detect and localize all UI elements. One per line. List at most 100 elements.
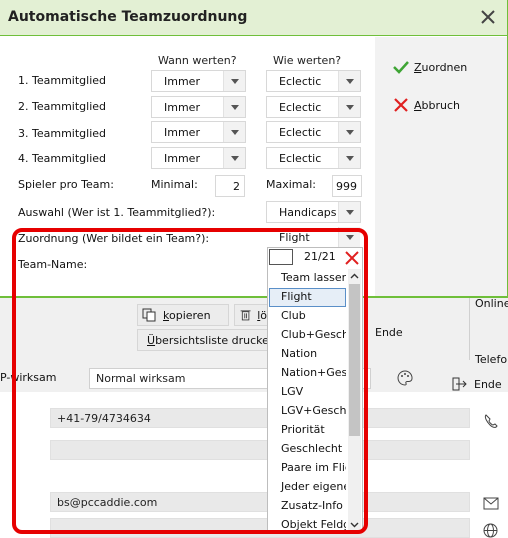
copy-button[interactable]: kopieren — [137, 304, 229, 326]
cancel-button-label: Abbruch — [414, 98, 461, 112]
end-button-top[interactable]: Ende — [375, 326, 403, 339]
option-nation[interactable]: Nation — [269, 345, 346, 364]
member-3-when-value: Immer — [164, 126, 200, 139]
cancel-button[interactable]: Abbruch — [392, 95, 460, 115]
assign-button-label: Zuordnen — [414, 60, 468, 74]
palette-icon[interactable] — [397, 370, 413, 386]
option-lgv[interactable]: LGV — [269, 383, 346, 402]
member-1-label: 1. Teammitglied — [18, 74, 106, 87]
scroll-down-icon[interactable] — [350, 520, 359, 529]
chevron-down-icon — [223, 122, 245, 142]
chevron-down-icon — [338, 148, 360, 168]
scroll-thumb[interactable] — [349, 284, 360, 436]
option-flight-selected[interactable]: Flight — [269, 288, 346, 307]
selection-label: Auswahl (Wer ist 1. Teammitglied?): — [18, 206, 216, 219]
member-2-when-value: Immer — [164, 101, 200, 114]
item-counter: 21/21 — [304, 250, 336, 263]
copy-button-label: kopieren — [163, 308, 211, 322]
member-4-when-select[interactable]: Immer — [151, 147, 246, 169]
option-jeder-eigenes-team[interactable]: Jeder eigenes Team — [269, 478, 346, 497]
dropdown-scrollbar[interactable] — [348, 269, 361, 532]
options-list: Team lassen Flight Club Club+Geschlecht … — [268, 269, 362, 532]
chevron-down-icon — [338, 71, 360, 91]
member-4-how-select[interactable]: Eclectic — [266, 147, 361, 169]
member-2-label: 2. Teammitglied — [18, 100, 106, 113]
phone-icon[interactable] — [483, 414, 499, 428]
delete-button-label: lö — [257, 308, 267, 322]
empty-field-1[interactable] — [50, 440, 470, 460]
option-objekt-feldgeber[interactable]: Objekt Feldgeber — [269, 516, 346, 532]
max-label: Maximal: — [266, 178, 317, 191]
selection-select[interactable]: Handicaps — [266, 201, 361, 223]
assign-button[interactable]: Zuordnen — [392, 57, 467, 77]
chevron-down-icon — [338, 97, 360, 117]
member-1-how-select[interactable]: Eclectic — [266, 70, 361, 92]
players-per-team-label: Spieler pro Team: — [18, 178, 114, 191]
delete-button[interactable]: lö — [234, 304, 268, 326]
end-button-right[interactable]: Ende — [452, 377, 502, 391]
member-3-label: 3. Teammitglied — [18, 127, 106, 140]
option-team-lassen[interactable]: Team lassen — [269, 269, 346, 288]
copy-icon — [142, 308, 156, 322]
option-nation-geschlecht[interactable]: Nation+Geschlecht — [269, 364, 346, 383]
wirksam-label: P-wirksam — [0, 371, 57, 384]
phone-field[interactable]: +41-79/4734634 — [50, 408, 470, 428]
option-prioritaet[interactable]: Priorität — [269, 421, 346, 440]
close-icon[interactable] — [477, 6, 499, 28]
member-2-when-select[interactable]: Immer — [151, 96, 246, 118]
chevron-down-icon — [338, 122, 360, 142]
print-overview-button[interactable]: Übersichtsliste drucken — [137, 329, 268, 351]
dialog-title: Automatische Teamzuordnung — [8, 9, 248, 25]
member-3-when-select[interactable]: Immer — [151, 121, 246, 143]
option-club[interactable]: Club — [269, 307, 346, 326]
member-3-how-value: Eclectic — [279, 126, 322, 139]
print-overview-label: Übersichtsliste drucken — [147, 333, 268, 347]
option-lgv-geschlecht[interactable]: LGV+Geschlecht — [269, 402, 346, 421]
chevron-down-icon — [223, 97, 245, 117]
chevron-down-icon — [223, 148, 245, 168]
filter-input[interactable] — [269, 249, 293, 265]
assignment-select[interactable]: Flight — [266, 226, 361, 248]
trash-icon — [240, 310, 251, 321]
exit-icon — [452, 377, 467, 391]
clear-filter-icon[interactable] — [344, 250, 360, 266]
member-4-when-value: Immer — [164, 152, 200, 165]
option-club-geschlecht[interactable]: Club+Geschlecht — [269, 326, 346, 345]
mail-icon[interactable] — [483, 497, 499, 510]
end-button-right-label: Ende — [474, 377, 502, 391]
member-2-how-select[interactable]: Eclectic — [266, 96, 361, 118]
globe-icon[interactable] — [483, 523, 498, 538]
col-header-when: Wann werten? — [158, 54, 237, 67]
member-1-when-select[interactable]: Immer — [151, 70, 246, 92]
member-1-how-value: Eclectic — [279, 75, 322, 88]
assignment-value: Flight — [279, 231, 310, 244]
email-field[interactable]: bs@pccaddie.com — [50, 492, 470, 512]
member-4-label: 4. Teammitglied — [18, 152, 106, 165]
team-name-label: Team-Name: — [18, 258, 88, 271]
member-4-how-value: Eclectic — [279, 152, 322, 165]
selection-value: Handicaps — [279, 206, 337, 219]
cancel-x-icon — [394, 98, 408, 112]
checkmark-icon — [393, 61, 409, 74]
chevron-down-icon — [338, 227, 360, 247]
option-geschlecht[interactable]: Geschlecht — [269, 440, 346, 459]
chevron-down-icon — [338, 202, 360, 222]
team-assignment-dialog: Automatische Teamzuordnung Zuordnen Abbr… — [0, 0, 508, 298]
member-3-how-select[interactable]: Eclectic — [266, 121, 361, 143]
min-players-input[interactable]: 2 — [215, 175, 245, 197]
option-paare-im-flight[interactable]: Paare im Flight — [269, 459, 346, 478]
dialog-titlebar: Automatische Teamzuordnung — [0, 0, 507, 36]
col-header-how: Wie werten? — [273, 54, 342, 67]
min-label: Minimal: — [151, 178, 198, 191]
max-players-input[interactable]: 999 — [332, 175, 362, 197]
option-zusatz-info[interactable]: Zusatz-Info — [269, 497, 346, 516]
online-label: Online — [475, 297, 508, 310]
member-1-when-value: Immer — [164, 75, 200, 88]
assignment-label: Zuordnung (Wer bildet ein Team?): — [18, 232, 210, 245]
phone-label: Telefo — [475, 353, 508, 366]
empty-field-2[interactable] — [50, 518, 470, 538]
member-2-how-value: Eclectic — [279, 101, 322, 114]
scroll-up-icon[interactable] — [350, 272, 359, 281]
chevron-down-icon — [223, 71, 245, 91]
assignment-dropdown-list[interactable]: 21/21 Team lassen Flight Club Club+Gesch… — [267, 247, 363, 533]
